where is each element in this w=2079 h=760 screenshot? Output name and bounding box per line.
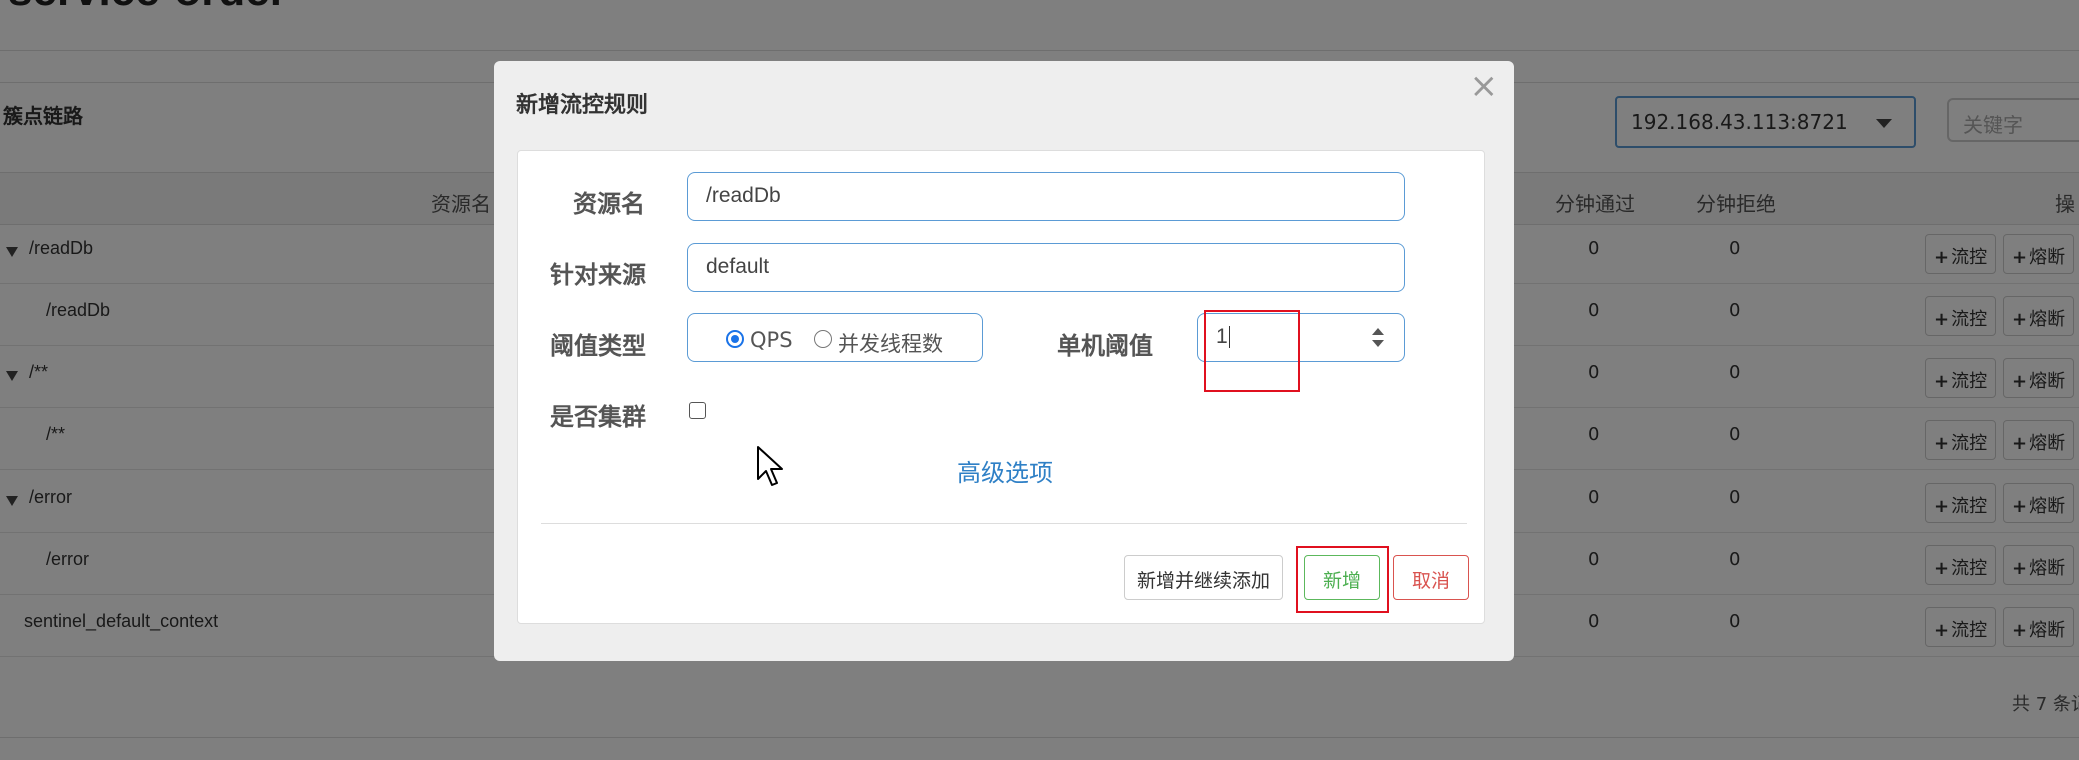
limit-app-input[interactable]: default <box>687 243 1405 292</box>
grade-label: 阈值类型 <box>550 332 646 360</box>
form-divider <box>541 523 1467 524</box>
mouse-pointer-icon <box>757 446 783 486</box>
highlight-box-count <box>1204 310 1300 392</box>
add-and-continue-button[interactable]: 新增并继续添加 <box>1124 555 1284 600</box>
close-icon[interactable]: × <box>1470 69 1499 103</box>
spinner-down-icon[interactable] <box>1372 340 1384 347</box>
radio-qps-label[interactable]: QPS <box>750 328 793 352</box>
resource-label: 资源名 <box>573 190 645 218</box>
dialog-title: 新增流控规则 <box>516 93 649 118</box>
cluster-checkbox[interactable] <box>689 402 706 419</box>
count-label: 单机阈值 <box>1057 332 1153 360</box>
number-spinner[interactable] <box>1372 326 1386 350</box>
cluster-label: 是否集群 <box>550 403 646 431</box>
advanced-options-link[interactable]: 高级选项 <box>957 453 1053 488</box>
cancel-button[interactable]: 取消 <box>1393 555 1470 600</box>
grade-radio-group: QPS 并发线程数 <box>687 313 983 362</box>
spinner-up-icon[interactable] <box>1372 328 1384 335</box>
radio-thread-label[interactable]: 并发线程数 <box>838 328 943 358</box>
highlight-box-add <box>1296 546 1389 613</box>
radio-qps[interactable] <box>726 330 744 348</box>
resource-input[interactable]: /readDb <box>687 172 1405 221</box>
limit-app-label: 针对来源 <box>550 261 646 289</box>
radio-thread[interactable] <box>814 330 832 348</box>
